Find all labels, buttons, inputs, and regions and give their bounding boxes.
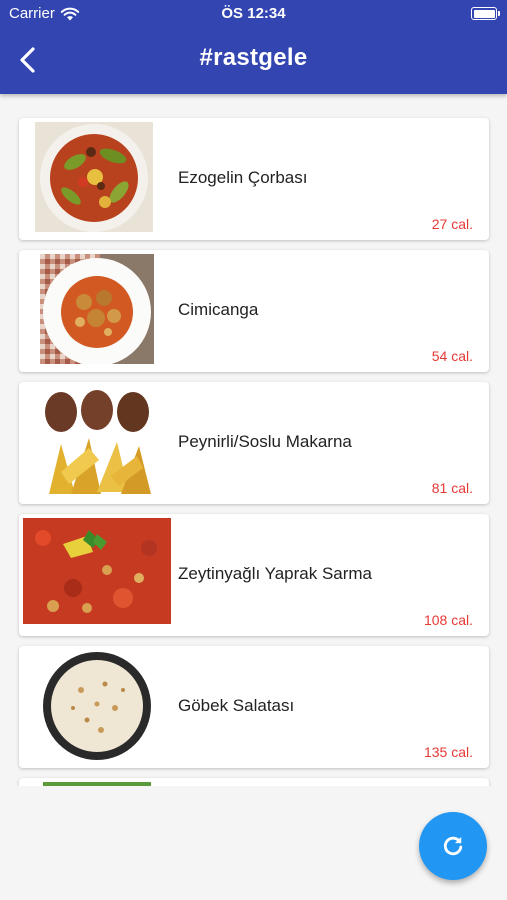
calorie-label: 135 cal. xyxy=(423,744,473,760)
refresh-icon xyxy=(443,836,463,856)
food-list[interactable]: Ezogelin Çorbası 27 cal. Cimicanga 54 ca… xyxy=(0,94,507,786)
food-name: Cimicanga xyxy=(178,300,259,319)
calorie-label: 81 cal. xyxy=(431,480,473,496)
food-image xyxy=(35,122,153,232)
food-card[interactable]: Peynirli/Soslu Makarna 81 cal. xyxy=(19,382,489,504)
page-title: #rastgele xyxy=(199,44,308,71)
refresh-button[interactable] xyxy=(419,812,487,880)
food-card-partial[interactable] xyxy=(19,778,489,786)
food-card[interactable]: Ezogelin Çorbası 27 cal. xyxy=(19,118,489,240)
food-image xyxy=(40,254,154,364)
calorie-label: 108 cal. xyxy=(423,612,473,628)
food-image xyxy=(23,518,171,624)
food-name: Ezogelin Çorbası xyxy=(178,168,308,187)
status-time: ÖS 12:34 xyxy=(221,5,286,22)
battery-icon xyxy=(471,7,500,20)
status-bar: Carrier ÖS 12:34 xyxy=(0,0,507,28)
food-card[interactable]: Zeytinyağlı Yaprak Sarma 108 cal. xyxy=(19,514,489,636)
food-name: Peynirli/Soslu Makarna xyxy=(178,432,352,451)
food-image xyxy=(43,782,151,786)
food-image xyxy=(41,386,153,496)
calorie-label: 27 cal. xyxy=(431,216,473,232)
food-name: Göbek Salatası xyxy=(178,696,295,715)
food-card[interactable]: Cimicanga 54 cal. xyxy=(19,250,489,372)
food-name: Zeytinyağlı Yaprak Sarma xyxy=(178,564,373,583)
food-image xyxy=(43,650,151,760)
calorie-label: 54 cal. xyxy=(431,348,473,364)
app-bar: Carrier ÖS 12:34 #rastgele xyxy=(0,0,507,94)
food-card[interactable]: Göbek Salatası 135 cal. xyxy=(19,646,489,768)
